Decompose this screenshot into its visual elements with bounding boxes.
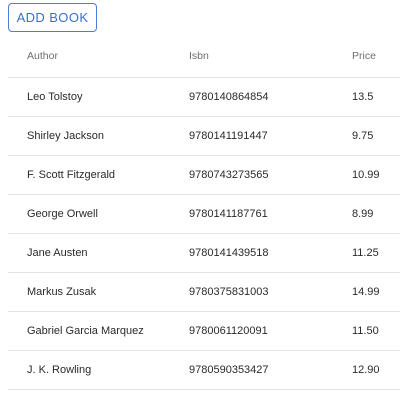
price-cell: 11.50 — [352, 325, 379, 337]
price-cell: 11.25 — [352, 247, 379, 259]
isbn-cell: 9780141187761 — [189, 208, 268, 220]
isbn-cell: 9780140864854 — [189, 91, 269, 103]
price-cell: 9.75 — [352, 130, 374, 142]
table-header: Author Isbn Price — [8, 34, 400, 78]
isbn-cell: 9780141439518 — [189, 247, 269, 259]
price-cell: 12.90 — [352, 364, 380, 376]
price-cell: 13.5 — [352, 91, 374, 103]
isbn-cell: 9780141191447 — [189, 130, 268, 142]
column-header-author[interactable]: Author — [27, 34, 58, 77]
price-cell: 14.99 — [352, 286, 380, 298]
author-cell: Gabriel Garcia Marquez — [27, 325, 144, 337]
author-cell: Jane Austen — [27, 247, 88, 259]
table-row[interactable]: Leo Tolstoy 9780140864854 13.5 — [8, 78, 400, 117]
author-cell: J. K. Rowling — [27, 364, 92, 376]
table-row[interactable]: Markus Zusak 9780375831003 14.99 — [8, 273, 400, 312]
author-cell: Markus Zusak — [27, 286, 97, 298]
add-book-button[interactable]: ADD BOOK — [8, 3, 97, 32]
column-header-isbn[interactable]: Isbn — [189, 34, 209, 77]
table-row[interactable]: Gabriel Garcia Marquez 9780061120091 11.… — [8, 312, 400, 351]
table-row[interactable]: Shirley Jackson 9780141191447 9.75 — [8, 117, 400, 156]
isbn-cell: 9780375831003 — [189, 286, 269, 298]
table-row[interactable]: F. Scott Fitzgerald 9780743273565 10.99 — [8, 156, 400, 195]
author-cell: Shirley Jackson — [27, 130, 105, 142]
isbn-cell: 9780743273565 — [189, 169, 269, 181]
column-header-price[interactable]: Price — [352, 34, 376, 77]
isbn-cell: 9780061120091 — [189, 325, 268, 337]
author-cell: F. Scott Fitzgerald — [27, 169, 116, 181]
isbn-cell: 9780590353427 — [189, 364, 269, 376]
table-row[interactable]: George Orwell 9780141187761 8.99 — [8, 195, 400, 234]
author-cell: Leo Tolstoy — [27, 91, 83, 103]
table-row[interactable]: Jane Austen 9780141439518 11.25 — [8, 234, 400, 273]
price-cell: 8.99 — [352, 208, 374, 220]
price-cell: 10.99 — [352, 169, 380, 181]
author-cell: George Orwell — [27, 208, 98, 220]
table-row[interactable]: J. K. Rowling 9780590353427 12.90 — [8, 351, 400, 390]
books-table: Author Isbn Price Leo Tolstoy 9780140864… — [8, 34, 400, 390]
